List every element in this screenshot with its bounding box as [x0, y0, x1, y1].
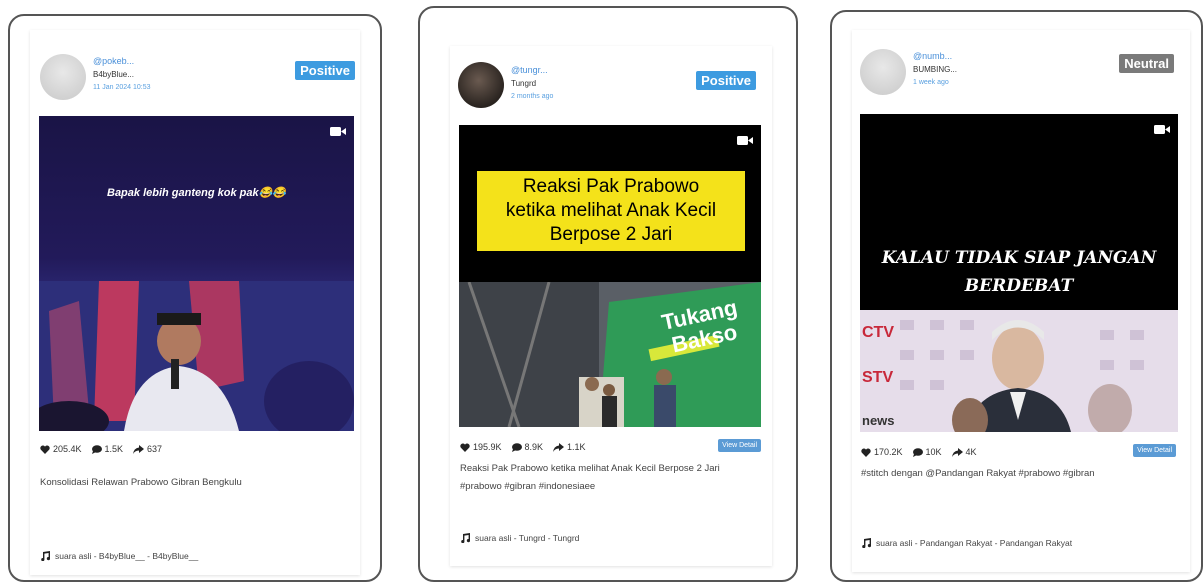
post-card-3[interactable]: @numb... BUMBING... 1 week ago Neutral K… [852, 30, 1190, 572]
comments-stat: 10K [912, 447, 942, 457]
engagement-stats: 205.4K 1.5K 637 [40, 444, 162, 454]
music-text: suara asli - Pandangan Rakyat - Pandanga… [876, 538, 1073, 548]
likes-stat: 170.2K [861, 447, 903, 457]
view-detail-button[interactable]: View Detail [718, 439, 761, 452]
comments-count: 1.5K [104, 444, 124, 454]
sentiment-badge: Positive [295, 61, 355, 80]
music-info: suara asli - B4byBlue__ - B4byBlue__ [40, 551, 198, 561]
video-camera-icon [737, 136, 753, 145]
likes-count: 195.9K [473, 442, 502, 452]
post-caption: #stitch dengan @Pandangan Rakyat #prabow… [861, 468, 1095, 479]
shares-count: 1.1K [567, 442, 586, 452]
post-card-2[interactable]: @tungr... Tungrd 2 months ago Positive R… [450, 46, 772, 566]
heart-icon [861, 448, 871, 457]
post-caption: Reaksi Pak Prabowo ketika melihat Anak K… [460, 463, 720, 492]
post-caption: Konsolidasi Relawan Prabowo Gibran Bengk… [40, 477, 242, 488]
music-note-icon [41, 551, 50, 561]
video-thumbnail[interactable]: KALAU TIDAK SIAP JANGAN BERDEBAT STV new… [860, 114, 1178, 432]
post-frame-2: @tungr... Tungrd 2 months ago Positive R… [418, 6, 798, 582]
scene-logo-text: CTV [862, 324, 894, 341]
video-overlay-title: Reaksi Pak Prabowo ketika melihat Anak K… [477, 171, 745, 251]
video-scene: STV news [860, 310, 1178, 432]
video-thumbnail[interactable]: Bapak lebih ganteng kok pak😂😂 [39, 116, 354, 431]
comment-icon [91, 444, 102, 454]
comment-icon [511, 442, 522, 452]
shares-stat: 637 [133, 444, 162, 454]
overlay-line-2: BERDEBAT [964, 276, 1074, 296]
display-name: Tungrd [511, 79, 537, 88]
username-link[interactable]: @pokeb... [93, 56, 134, 66]
post-frame-1: @pokeb... B4byBlue... 11 Jan 2024 10:53 … [8, 14, 382, 582]
post-frame-3: @numb... BUMBING... 1 week ago Neutral K… [830, 10, 1203, 582]
music-note-icon [862, 538, 871, 548]
overlay-line-3: Berpose 2 Jari [549, 224, 673, 245]
username-link[interactable]: @numb... [913, 51, 952, 61]
video-scene [39, 281, 354, 431]
video-camera-icon [330, 127, 346, 136]
share-icon [951, 447, 963, 457]
video-camera-icon [1154, 125, 1170, 134]
share-icon [553, 442, 565, 452]
share-icon [133, 444, 145, 454]
display-name: BUMBING... [913, 65, 958, 74]
post-card-1[interactable]: @pokeb... B4byBlue... 11 Jan 2024 10:53 … [30, 30, 360, 575]
username-link[interactable]: @tungr... [511, 65, 548, 75]
shares-count: 637 [147, 444, 163, 454]
avatar[interactable] [40, 54, 86, 100]
shares-stat: 1.1K [553, 442, 586, 452]
post-date: 11 Jan 2024 10:53 [93, 84, 151, 91]
music-info: suara asli - Tungrd - Tungrd [460, 533, 579, 543]
overlay-line-2: ketika melihat Anak Kecil [505, 200, 717, 221]
comment-icon [912, 447, 923, 457]
avatar[interactable] [458, 62, 504, 108]
music-info: suara asli - Pandangan Rakyat - Pandanga… [861, 538, 1072, 548]
sentiment-badge: Positive [696, 71, 756, 90]
comments-stat: 8.9K [511, 442, 544, 452]
music-text: suara asli - Tungrd - Tungrd [475, 533, 580, 543]
video-overlay-title: KALAU TIDAK SIAP JANGAN BERDEBAT [860, 244, 1178, 300]
likes-stat: 205.4K [40, 444, 82, 454]
likes-count: 205.4K [53, 444, 82, 454]
music-note-icon [461, 533, 470, 543]
video-overlay-text: Bapak lebih ganteng kok pak😂😂 [107, 187, 286, 199]
comments-count: 8.9K [524, 442, 544, 452]
svg-text:STV: STV [862, 369, 893, 386]
sentiment-badge: Neutral [1119, 54, 1174, 73]
shares-count: 4K [965, 447, 977, 457]
music-text: suara asli - B4byBlue__ - B4byBlue__ [55, 551, 199, 561]
comments-stat: 1.5K [91, 444, 124, 454]
engagement-stats: 170.2K 10K 4K [861, 447, 977, 457]
avatar[interactable] [860, 49, 906, 95]
heart-icon [40, 445, 50, 454]
post-date: 2 months ago [511, 93, 554, 100]
display-name: B4byBlue... [93, 70, 134, 79]
view-detail-button[interactable]: View Detail [1133, 444, 1176, 457]
likes-stat: 195.9K [460, 442, 502, 452]
shares-stat: 4K [951, 447, 977, 457]
overlay-line-1: Reaksi Pak Prabowo [522, 176, 700, 197]
engagement-stats: 195.9K 8.9K 1.1K [460, 442, 586, 452]
post-date: 1 week ago [913, 79, 949, 86]
comments-count: 10K [925, 447, 942, 457]
heart-icon [460, 443, 470, 452]
likes-count: 170.2K [874, 447, 903, 457]
overlay-line-1: KALAU TIDAK SIAP JANGAN [881, 248, 1157, 268]
video-thumbnail[interactable]: Reaksi Pak Prabowo ketika melihat Anak K… [459, 125, 761, 427]
svg-text:news: news [862, 413, 895, 428]
